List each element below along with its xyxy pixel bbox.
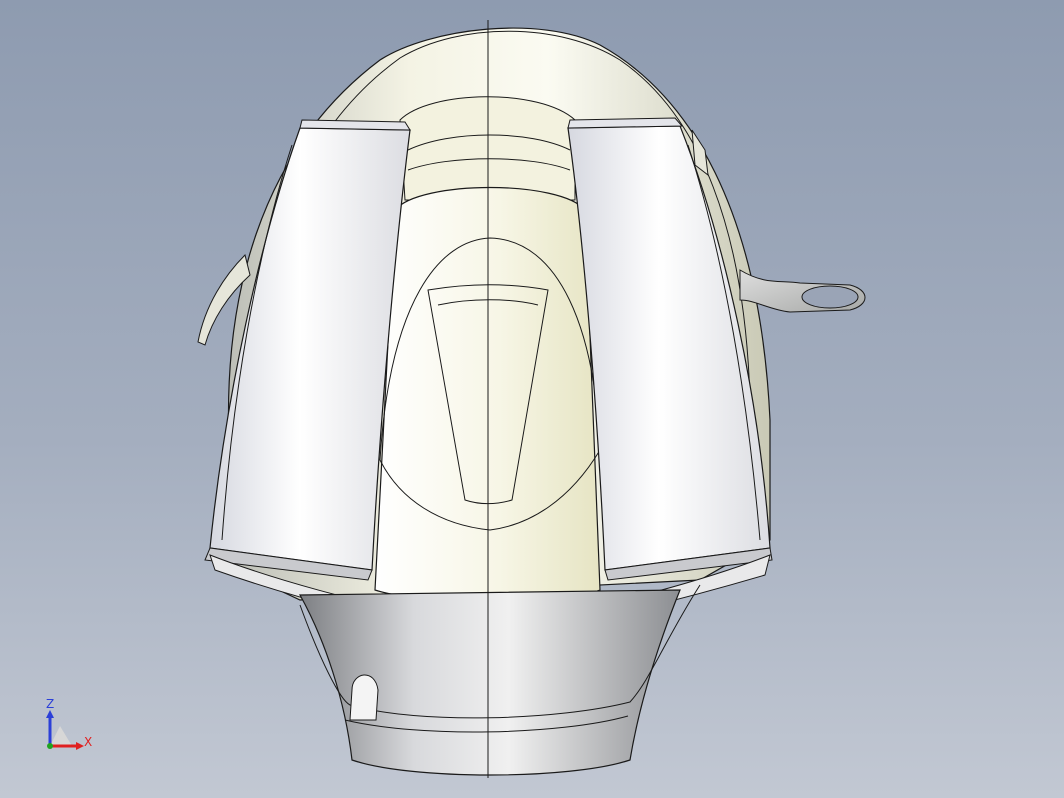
3d-model-view[interactable]: [0, 0, 1064, 798]
mounting-hole: [801, 285, 859, 309]
z-axis-label: Z: [46, 697, 55, 711]
axis-triad: Z X: [40, 698, 100, 758]
graphics-viewport[interactable]: Z X: [0, 0, 1064, 798]
x-axis-label: X: [84, 735, 93, 749]
chin-buckle: [349, 674, 379, 721]
